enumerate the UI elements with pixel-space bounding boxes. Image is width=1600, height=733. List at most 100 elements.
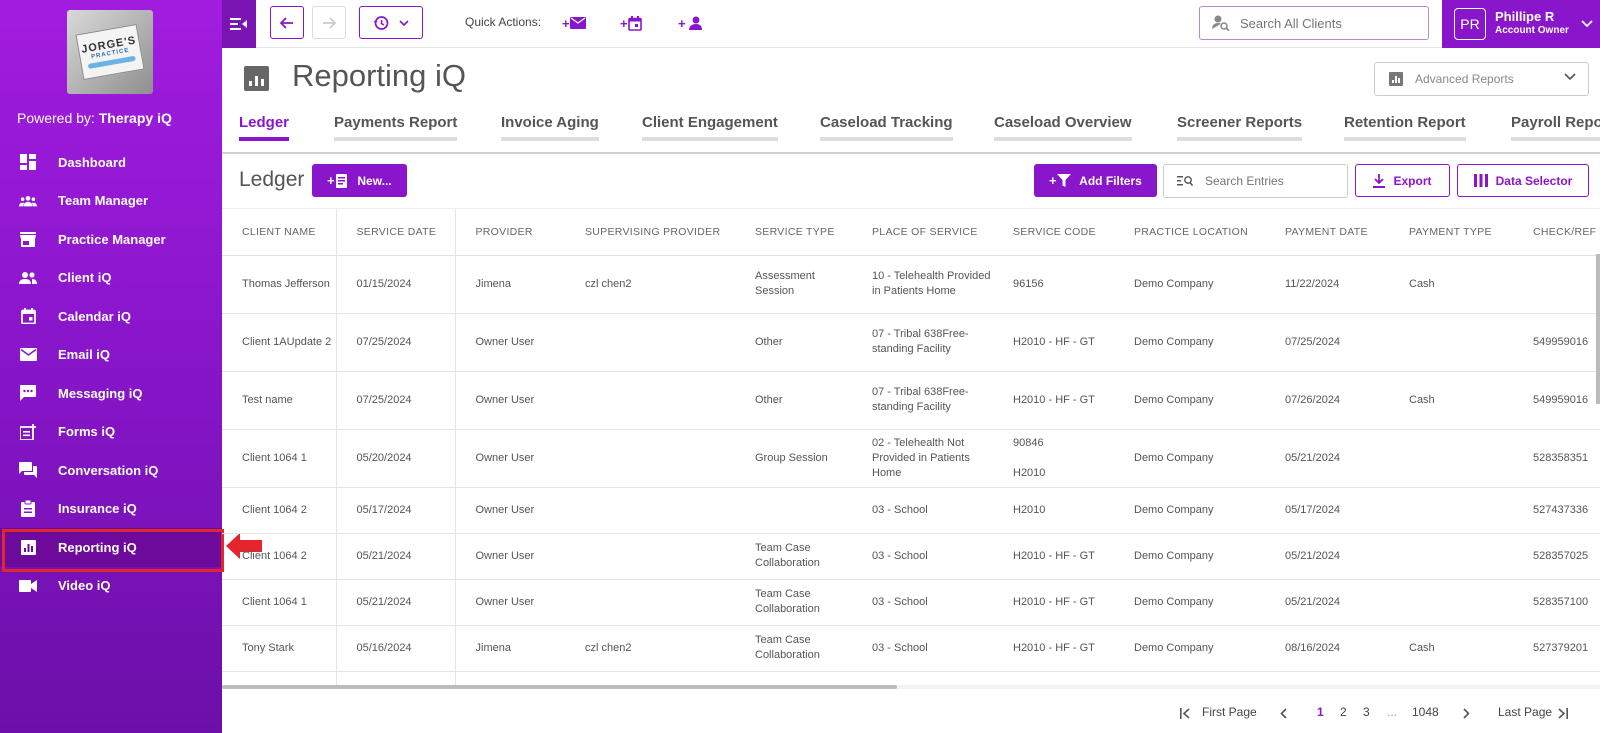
table-cell [565,487,735,534]
table-row[interactable]: Client 1064 2 05/17/2024 Owner User 03 - Sc… [222,487,1600,534]
table-row[interactable]: Client 1AUpdate 2 07/25/2024 Owner User Oth… [222,313,1600,372]
sidebar-item-video-iq[interactable]: Video iQ [0,567,222,606]
advanced-reports-dropdown[interactable]: Advanced Reports [1374,62,1589,96]
sidebar-item-dashboard[interactable]: Dashboard [0,143,222,182]
column-header[interactable]: SERVICE DATE [336,209,456,256]
sidebar-item-label: Calendar iQ [58,308,131,324]
last-page-icon[interactable] [1556,708,1568,719]
sidebar-item-email-iq[interactable]: Email iQ [0,336,222,375]
first-page-icon[interactable] [1180,708,1192,719]
new-entry-button[interactable]: + New... [312,164,407,197]
user-name: Phillipe R [1495,9,1555,24]
last-page-button[interactable]: Last Page [1498,705,1552,719]
tab-ledger[interactable]: Ledger [239,114,290,141]
columns-icon [1473,174,1488,187]
tab-retention-report[interactable]: Retention Report [1344,114,1466,141]
sidebar-item-label: Forms iQ [58,424,116,440]
dashboard-icon [19,153,37,171]
prev-page-icon[interactable] [1280,708,1288,719]
horizontal-scrollbar[interactable] [222,685,1600,689]
table-cell: 528357100 [1513,579,1600,626]
tab-client-engagement[interactable]: Client Engagement [642,114,778,141]
column-header[interactable]: CHECK/REF [1513,209,1600,256]
horizontal-scrollbar-thumb[interactable] [222,685,897,689]
user-menu[interactable]: PR Phillipe R Account Owner [1442,0,1600,48]
add-person-icon [688,16,702,30]
tab-caseload-overview[interactable]: Caseload Overview [994,114,1132,141]
table-row[interactable]: Test name 07/25/2024 Owner User Other 07 - T… [222,371,1600,430]
history-dropdown[interactable] [359,6,423,39]
sidebar-item-conversation-iq[interactable]: Conversation iQ [0,451,222,490]
sidebar-item-calendar-iq[interactable]: Calendar iQ [0,297,222,336]
table-row[interactable]: Client 1064 1 05/20/2024 Owner User Group S… [222,429,1600,488]
table-row[interactable]: Thomas Jefferson 01/15/2024 Jimena czl chen… [222,255,1600,314]
sidebar-item-label: Video iQ [58,578,111,594]
column-header[interactable]: PAYMENT TYPE [1389,209,1513,256]
sidebar-nav: Dashboard Team Manager Practice Manager Cli… [0,143,224,606]
column-header[interactable]: SUPERVISING PROVIDER [565,209,735,256]
column-header[interactable]: PRACTICE LOCATION [1114,209,1265,256]
first-page-button[interactable]: First Page [1202,705,1257,719]
tab-payments-report[interactable]: Payments Report [334,114,458,141]
search-entries-input[interactable] [1205,174,1335,188]
table-row[interactable]: Client 1064 2 05/21/2024 Owner User Team Ca… [222,533,1600,580]
table-cell: Demo Company [1114,371,1265,430]
sidebar-item-label: Email iQ [58,347,111,363]
quick-add-email-button[interactable]: + [562,12,586,34]
table-cell: 07/25/2024 [1265,313,1389,372]
last-page-number-button[interactable]: 1048 [1412,705,1439,719]
user-role: Account Owner [1495,25,1569,36]
page-3-button[interactable]: 3 [1363,705,1370,719]
collapse-menu-icon [230,18,247,30]
collapse-sidebar-button[interactable] [222,0,256,48]
export-label: Export [1393,173,1432,188]
advanced-reports-label: Advanced Reports [1415,72,1514,86]
sidebar-item-practice-manager[interactable]: Practice Manager [0,220,222,259]
vertical-scrollbar-thumb[interactable] [1596,254,1600,404]
sidebar-item-forms-iq[interactable]: Forms iQ [0,413,222,452]
page-1-button[interactable]: 1 [1317,705,1324,719]
tab-caseload-tracking[interactable]: Caseload Tracking [820,114,953,141]
table-cell: Client 1064 1 [222,429,337,488]
sidebar-item-client-iq[interactable]: Client iQ [0,259,222,298]
forward-button[interactable] [312,6,346,39]
export-button[interactable]: Export [1355,164,1450,197]
table-row[interactable]: Client 1064 1 05/21/2024 Owner User Team Ca… [222,579,1600,626]
sidebar-item-messaging-iq[interactable]: Messaging iQ [0,374,222,413]
practice-logo[interactable]: JORGE'S PRACTICE [67,10,153,94]
quick-add-calendar-button[interactable]: + [620,12,642,34]
tab-payroll-report[interactable]: Payroll Report [1511,114,1600,141]
data-selector-button[interactable]: Data Selector [1457,164,1589,197]
column-header[interactable]: PLACE OF SERVICE [852,209,993,256]
quick-add-client-button[interactable]: + [678,12,702,34]
add-filters-button[interactable]: + Add Filters [1034,164,1157,197]
calendar-icon [19,307,37,325]
search-all-clients[interactable] [1199,6,1429,40]
column-header[interactable]: CLIENT NAME [222,209,337,256]
column-header[interactable]: PAYMENT DATE [1265,209,1389,256]
sidebar-item-label: Reporting iQ [58,539,137,555]
table-cell: 02 - Telehealth Not Provided in Patients… [852,429,993,488]
table-row[interactable]: Tony Stark 05/16/2024 Jimena czl chen2 Team … [222,625,1600,672]
sidebar-item-reporting-iq[interactable]: Reporting iQ [0,528,224,572]
search-all-clients-input[interactable] [1240,15,1410,31]
column-header[interactable]: SERVICE CODE [993,209,1114,256]
next-page-icon[interactable] [1462,708,1470,719]
table-cell: 528358351 [1513,429,1600,488]
column-header[interactable]: PROVIDER [455,209,565,256]
table-cell: Group Session [735,429,852,488]
table-cell: czl chen2 [565,625,735,672]
column-header[interactable]: SERVICE TYPE [735,209,852,256]
person-search-icon [1212,15,1230,31]
table-cell: 528357025 [1513,533,1600,580]
page-2-button[interactable]: 2 [1340,705,1347,719]
sidebar-item-team-manager[interactable]: Team Manager [0,182,222,221]
table-cell: 07/25/2024 [336,371,456,430]
sidebar-item-label: Dashboard [58,154,126,170]
chevron-down-icon [399,19,409,26]
tab-screener-reports[interactable]: Screener Reports [1177,114,1303,141]
sidebar-item-insurance-iq[interactable]: Insurance iQ [0,490,222,529]
tab-invoice-aging[interactable]: Invoice Aging [501,114,599,141]
back-button[interactable] [270,6,304,39]
search-entries[interactable] [1163,164,1348,198]
